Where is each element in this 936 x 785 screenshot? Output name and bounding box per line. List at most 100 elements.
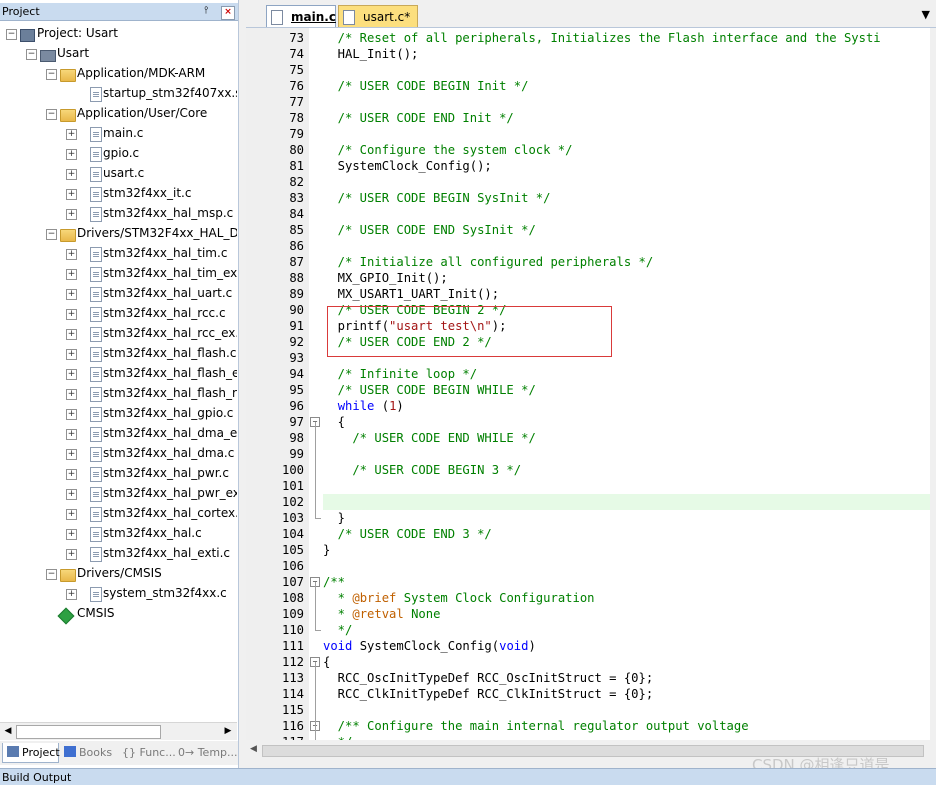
tree-item[interactable]: + gpio.c xyxy=(0,144,237,164)
scroll-left-icon[interactable]: ◀ xyxy=(1,724,15,738)
expand-icon[interactable]: + xyxy=(66,489,77,500)
code-line[interactable]: 78 /* USER CODE END Init */ xyxy=(246,110,936,126)
bottom-tab-1[interactable]: Books xyxy=(60,743,115,762)
expand-icon[interactable]: + xyxy=(66,349,77,360)
code-line[interactable]: 81 SystemClock_Config(); xyxy=(246,158,936,174)
code-line[interactable]: 74 HAL_Init(); xyxy=(246,46,936,62)
code-line[interactable]: 106 xyxy=(246,558,936,574)
code-line[interactable]: 109 * @retval None xyxy=(246,606,936,622)
collapse-icon[interactable]: − xyxy=(26,49,37,60)
tree-item[interactable]: + stm32f4xx_hal_cortex.c xyxy=(0,504,237,524)
expand-icon[interactable]: + xyxy=(66,309,77,320)
tab-usart-c[interactable]: usart.c* xyxy=(338,5,418,27)
code-line[interactable]: 80 /* Configure the system clock */ xyxy=(246,142,936,158)
scroll-thumb[interactable] xyxy=(16,725,161,739)
bottom-tab-2[interactable]: {} Func... xyxy=(118,743,177,762)
code-line[interactable]: 99 xyxy=(246,446,936,462)
tree-item[interactable]: + stm32f4xx_hal_exti.c xyxy=(0,544,237,564)
expand-icon[interactable]: + xyxy=(66,189,77,200)
tree-item[interactable]: + main.c xyxy=(0,124,237,144)
code-line[interactable]: 105} xyxy=(246,542,936,558)
tree-item[interactable]: + stm32f4xx_hal_uart.c xyxy=(0,284,237,304)
code-line[interactable]: 115 xyxy=(246,702,936,718)
tab-main-c[interactable]: main.c xyxy=(266,5,336,27)
tree-item[interactable]: CMSIS xyxy=(0,604,237,625)
tree-item[interactable]: − Drivers/CMSIS xyxy=(0,564,237,584)
expand-icon[interactable]: + xyxy=(66,389,77,400)
code-line[interactable]: 85 /* USER CODE END SysInit */ xyxy=(246,222,936,238)
tree-item[interactable]: + stm32f4xx_hal_tim.c xyxy=(0,244,237,264)
expand-icon[interactable]: + xyxy=(66,549,77,560)
collapse-icon[interactable]: − xyxy=(46,109,57,120)
code-line[interactable]: 94 /* Infinite loop */ xyxy=(246,366,936,382)
code-line[interactable]: 103 } xyxy=(246,510,936,526)
panel-splitter[interactable] xyxy=(239,0,246,768)
expand-icon[interactable]: + xyxy=(66,329,77,340)
expand-icon[interactable]: + xyxy=(66,429,77,440)
tree-item[interactable]: + stm32f4xx_it.c xyxy=(0,184,237,204)
tree-item[interactable]: + stm32f4xx_hal_msp.c xyxy=(0,204,237,224)
tree-item[interactable]: − Application/User/Core xyxy=(0,104,237,124)
tree-item[interactable]: + stm32f4xx_hal_flash_ram xyxy=(0,384,237,404)
tree-item[interactable]: + stm32f4xx_hal_pwr_ex.c xyxy=(0,484,237,504)
expand-icon[interactable]: + xyxy=(66,249,77,260)
code-line[interactable]: 86 xyxy=(246,238,936,254)
expand-icon[interactable]: + xyxy=(66,149,77,160)
code-line[interactable]: 111 void SystemClock_Config(void) xyxy=(246,638,936,654)
code-line[interactable]: 96 while (1) xyxy=(246,398,936,414)
code-line[interactable]: 97− { xyxy=(246,414,936,430)
tree-item[interactable]: + stm32f4xx_hal.c xyxy=(0,524,237,544)
tree-item[interactable]: + stm32f4xx_hal_flash.c xyxy=(0,344,237,364)
close-icon[interactable]: × xyxy=(221,6,235,20)
code-line[interactable]: 112−{ xyxy=(246,654,936,670)
code-line[interactable]: 75 xyxy=(246,62,936,78)
code-line[interactable]: 82 xyxy=(246,174,936,190)
tree-item[interactable]: − Project: Usart xyxy=(0,24,237,44)
bottom-tab-3[interactable]: 0→ Temp... xyxy=(174,743,238,762)
code-line[interactable]: 114 RCC_ClkInitTypeDef RCC_ClkInitStruct… xyxy=(246,686,936,702)
collapse-icon[interactable]: − xyxy=(46,69,57,80)
code-line[interactable]: 87 /* Initialize all configured peripher… xyxy=(246,254,936,270)
expand-icon[interactable]: + xyxy=(66,129,77,140)
code-line[interactable]: 117 */ xyxy=(246,734,936,740)
code-line[interactable]: 79 xyxy=(246,126,936,142)
tree-item[interactable]: − Drivers/STM32F4xx_HAL_Driv xyxy=(0,224,237,244)
code-line[interactable]: 100 /* USER CODE BEGIN 3 */ xyxy=(246,462,936,478)
bottom-tab-0[interactable]: Project xyxy=(2,743,60,763)
code-line[interactable]: 101 xyxy=(246,478,936,494)
code-line[interactable]: 76 /* USER CODE BEGIN Init */ xyxy=(246,78,936,94)
tree-item[interactable]: + stm32f4xx_hal_rcc.c xyxy=(0,304,237,324)
code-line[interactable]: 108 * @brief System Clock Configuration xyxy=(246,590,936,606)
expand-icon[interactable]: + xyxy=(66,509,77,520)
code-line[interactable]: 95 /* USER CODE BEGIN WHILE */ xyxy=(246,382,936,398)
tree-item[interactable]: + system_stm32f4xx.c xyxy=(0,584,237,604)
tree-item[interactable]: + usart.c xyxy=(0,164,237,184)
code-line[interactable]: 113 RCC_OscInitTypeDef RCC_OscInitStruct… xyxy=(246,670,936,686)
code-line[interactable]: 88 MX_GPIO_Init(); xyxy=(246,270,936,286)
tree-item[interactable]: + stm32f4xx_hal_rcc_ex.c xyxy=(0,324,237,344)
code-editor[interactable]: 73 /* Reset of all peripherals, Initiali… xyxy=(246,28,936,740)
expand-icon[interactable]: + xyxy=(66,289,77,300)
code-line[interactable]: 73 /* Reset of all peripherals, Initiali… xyxy=(246,30,936,46)
expand-icon[interactable]: + xyxy=(66,469,77,480)
tree-item[interactable]: + stm32f4xx_hal_pwr.c xyxy=(0,464,237,484)
code-line[interactable]: 83 /* USER CODE BEGIN SysInit */ xyxy=(246,190,936,206)
code-line[interactable]: 116− /** Configure the main internal reg… xyxy=(246,718,936,734)
code-line[interactable]: 107−/** xyxy=(246,574,936,590)
tree-item[interactable]: + stm32f4xx_hal_dma_ex.c xyxy=(0,424,237,444)
expand-icon[interactable]: + xyxy=(66,209,77,220)
pin-icon[interactable]: ⫯ xyxy=(204,5,208,16)
expand-icon[interactable]: + xyxy=(66,589,77,600)
tree-item[interactable]: + stm32f4xx_hal_flash_ex.c xyxy=(0,364,237,384)
tree-item[interactable]: + stm32f4xx_hal_gpio.c xyxy=(0,404,237,424)
code-line[interactable]: 89 MX_USART1_UART_Init(); xyxy=(246,286,936,302)
code-line[interactable]: 84 xyxy=(246,206,936,222)
code-line[interactable]: 102 xyxy=(246,494,936,510)
code-line[interactable]: 77 xyxy=(246,94,936,110)
collapse-icon[interactable]: − xyxy=(6,29,17,40)
expand-icon[interactable]: + xyxy=(66,169,77,180)
tree-item[interactable]: − Application/MDK-ARM xyxy=(0,64,237,84)
tree-item[interactable]: − Usart xyxy=(0,44,237,64)
collapse-icon[interactable]: − xyxy=(46,229,57,240)
tree-item[interactable]: startup_stm32f407xx.s xyxy=(0,84,237,104)
